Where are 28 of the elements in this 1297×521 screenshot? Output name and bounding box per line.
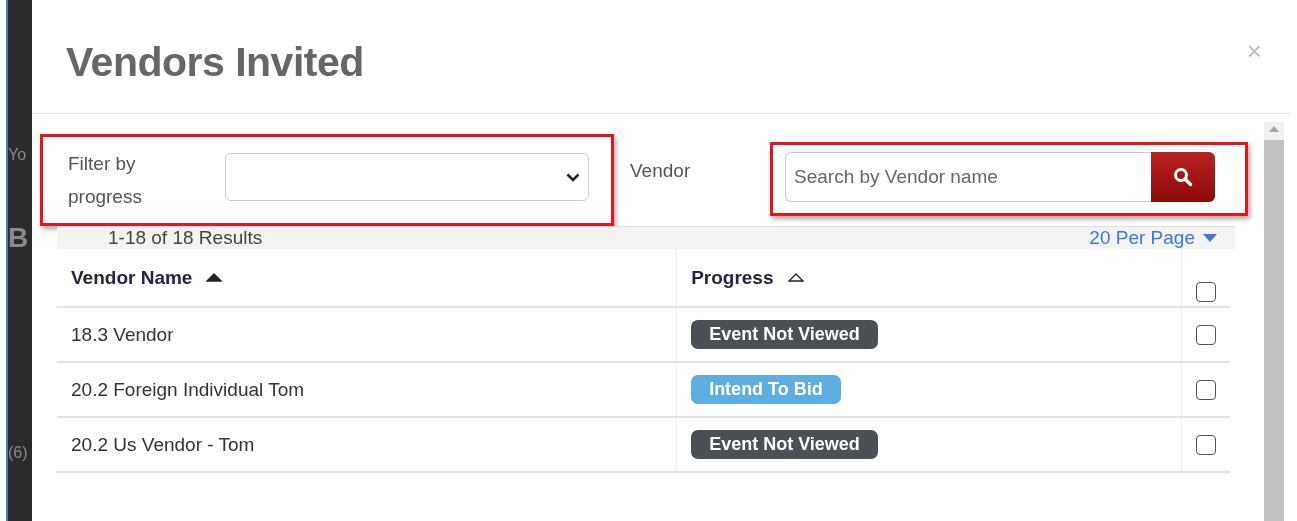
background-text: B [8, 222, 30, 254]
per-page-link[interactable]: 20 Per Page [1089, 227, 1217, 249]
scrollbar-thumb[interactable] [1264, 140, 1284, 521]
status-badge: Event Not Viewed [691, 320, 878, 349]
chevron-down-icon [566, 172, 580, 182]
vendor-name-cell: 20.2 Us Vendor - Tom [57, 417, 677, 472]
search-button[interactable] [1151, 152, 1215, 202]
checkbox[interactable] [1196, 282, 1216, 302]
status-badge: Intend To Bid [691, 375, 841, 404]
vendor-name-cell: 18.3 Vendor [57, 307, 677, 362]
column-header[interactable]: Progress [691, 266, 774, 289]
results-count: 1-18 of 18 Results [108, 227, 263, 249]
checkbox[interactable] [1196, 380, 1216, 401]
search-field[interactable]: Search by Vendor name [785, 152, 1151, 202]
background-text: (6) [8, 444, 29, 462]
background-text: Yo [8, 146, 28, 164]
vendor-label: Vendor [630, 160, 692, 182]
filter-label: Filter by progress [68, 152, 143, 209]
checkbox[interactable] [1196, 435, 1216, 456]
modal-title: Vendors Invited [66, 39, 364, 86]
search-icon [1173, 167, 1193, 187]
vendor-name-cell: 20.2 Foreign Individual Tom [57, 362, 677, 417]
column-header[interactable]: Vendor Name [71, 266, 193, 289]
sort-up-icon[interactable] [206, 273, 223, 282]
sort-outline-icon[interactable] [787, 273, 804, 282]
checkbox[interactable] [1196, 325, 1216, 346]
caret-down-icon [1203, 234, 1217, 242]
status-badge: Event Not Viewed [691, 430, 878, 459]
